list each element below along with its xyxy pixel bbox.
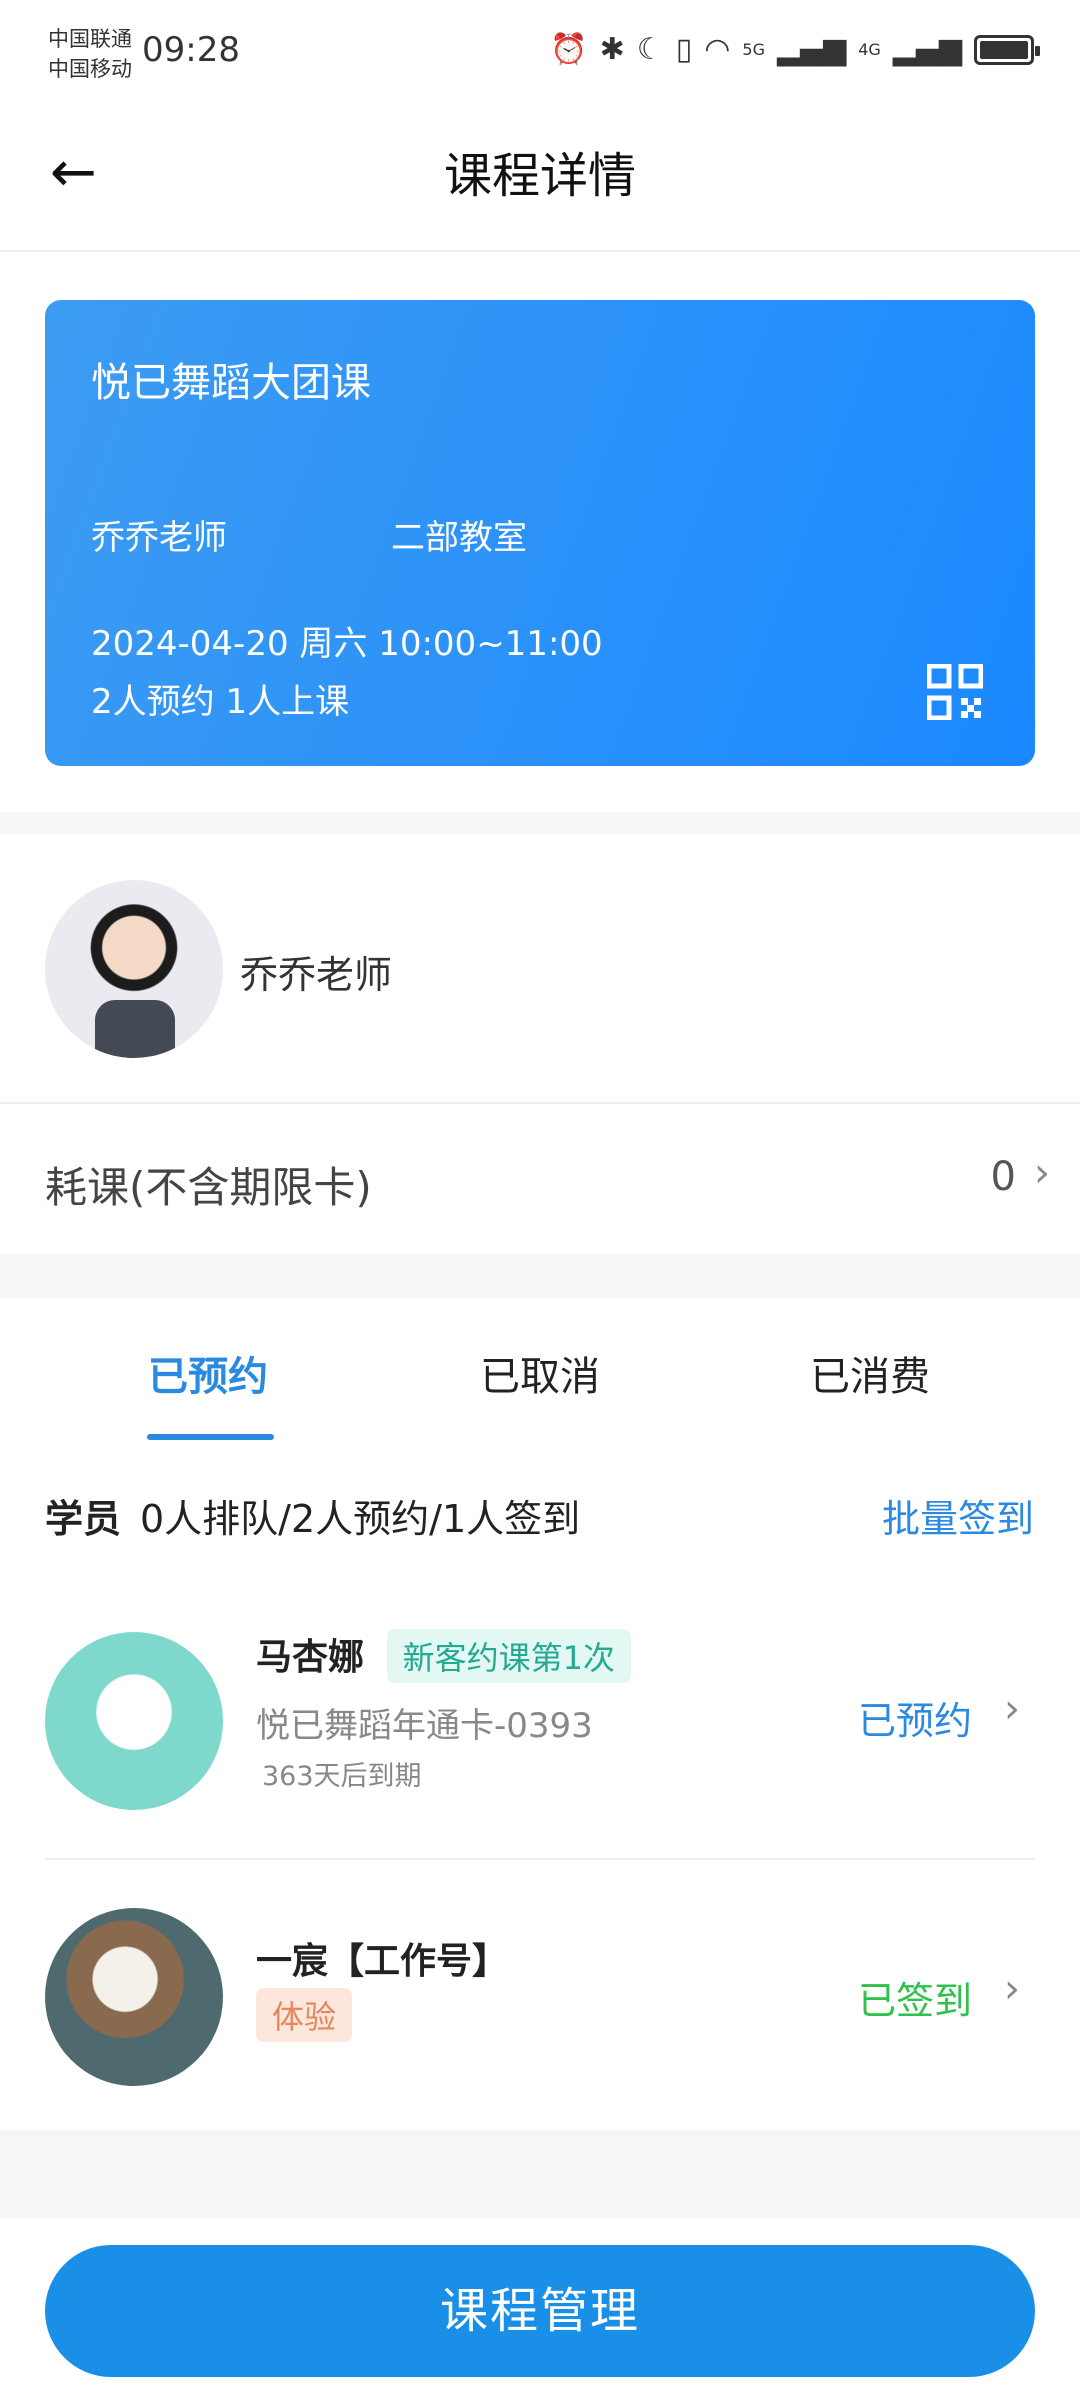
trial-tag-wrapper: 体验 [256,1988,353,2042]
qr-code-icon[interactable] [927,664,983,720]
students-summary: 0人排队/2人预约/1人签到 [140,1497,581,1541]
course-card: 悦已舞蹈大团课 乔乔老师 二部教室 2024-04-20 周六 10:00~11… [45,300,1035,766]
signal-4g-label: 4G [858,40,881,59]
chevron-right-icon: › [1004,1966,1020,2012]
student-avatar [45,1908,223,2086]
alarm-icon: ⏰ [550,32,588,67]
new-customer-tag: 新客约课第1次 [386,1629,631,1683]
bluetooth-icon: ✱ [599,32,625,67]
carrier-1: 中国联通 [48,27,132,51]
signal-bars-icon: ▂▄▆ [776,32,847,67]
teacher-name: 乔乔老师 [240,953,393,997]
signal-5g-label: 5G [742,40,765,59]
student-row[interactable]: 一宸【工作号】 体验 已签到 › [0,1858,1080,2130]
batch-checkin-button[interactable]: 批量签到 [882,1488,1034,1543]
wifi-icon: ◠ [704,32,731,67]
student-name: 马杏娜 新客约课第1次 [256,1628,631,1683]
vibrate-icon: ▯ [675,32,693,67]
status-time: 09:28 [142,30,240,70]
course-manage-button[interactable]: 课程管理 [45,2245,1035,2377]
students-section: 已预约 已取消 已消费 学员 0人排队/2人预约/1人签到 批量签到 马杏娜 新… [0,1298,1080,2130]
student-status: 已签到 [857,1979,972,2023]
consume-label: 耗课(不含期限卡) [45,1163,372,1212]
student-card: 悦已舞蹈年通卡-0393 [256,1706,593,1746]
carrier-2: 中国移动 [48,57,132,81]
student-avatar [45,1632,223,1810]
consume-row[interactable]: 耗课(不含期限卡) 0 › [0,1104,1080,1254]
consume-value: 0 [990,1154,1016,1200]
status-icons: ⏰ ✱ ☾ ▯ ◠ 5G ▂▄▆ 4G ▂▄▆ [550,30,1040,70]
teacher-avatar [45,880,223,1058]
course-card-section: 悦已舞蹈大团课 乔乔老师 二部教室 2024-04-20 周六 10:00~11… [0,252,1080,812]
tab-consumed[interactable]: 已消费 [810,1344,930,1402]
course-room: 二部教室 [391,518,527,558]
status-bar: 中国联通 中国移动 09:28 ⏰ ✱ ☾ ▯ ◠ 5G ▂▄▆ 4G ▂▄▆ [0,0,1080,100]
page-title: 课程详情 [443,148,636,204]
carrier-info: 中国联通 中国移动 [48,24,132,84]
student-status: 已预约 [857,1699,972,1743]
chevron-right-icon: › [1034,1150,1050,1196]
student-name: 一宸【工作号】 [256,1941,509,1982]
moon-icon: ☾ [636,32,664,67]
signal-bars-icon-2: ▂▄▆ [892,32,962,67]
course-datetime: 2024-04-20 周六 10:00~11:00 [91,624,603,664]
trial-tag: 体验 [256,1988,353,2042]
tab-booked[interactable]: 已预约 [148,1344,268,1402]
student-name-text: 马杏娜 [256,1637,365,1678]
course-teacher: 乔乔老师 [91,518,227,558]
battery-icon [974,35,1040,65]
student-expiry: 363天后到期 [262,1761,422,1792]
student-row[interactable]: 马杏娜 新客约课第1次 悦已舞蹈年通卡-0393 363天后到期 已预约 › [0,1582,1080,1854]
nav-bar: ← 课程详情 [0,100,1080,252]
course-name: 悦已舞蹈大团课 [91,360,371,406]
teacher-row[interactable]: 乔乔老师 [0,834,1080,1104]
course-booking-count: 2人预约 1人上课 [91,682,350,722]
tab-cancelled[interactable]: 已取消 [480,1344,600,1402]
students-label: 学员 [45,1497,122,1541]
tab-indicator [147,1434,274,1440]
chevron-right-icon: › [1004,1686,1020,1732]
